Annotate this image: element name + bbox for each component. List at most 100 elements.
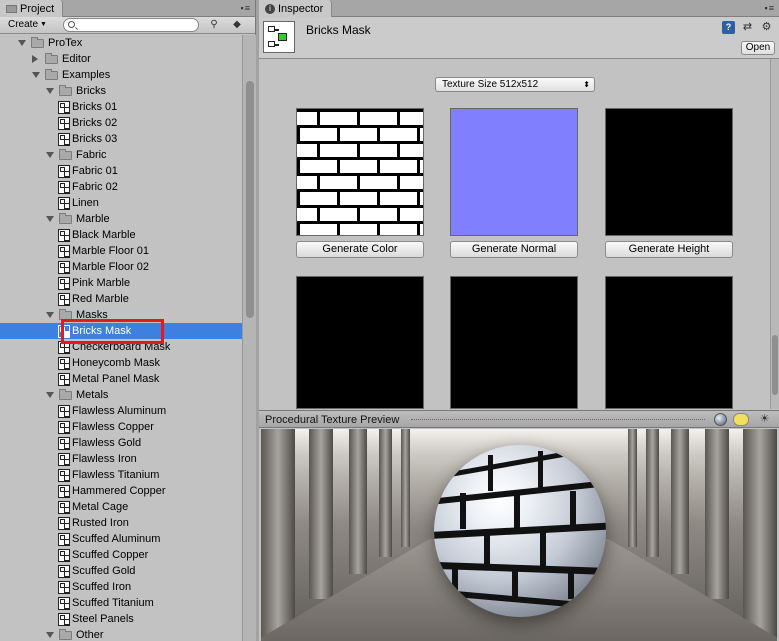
inspector-tabbar: i Inspector ▪≡ [259, 0, 779, 17]
tree-item-label: Marble [76, 213, 110, 225]
preview-settings-icon[interactable]: ☀ [758, 413, 771, 426]
procedural-texture-icon [58, 245, 70, 258]
create-button[interactable]: Create ▼ [4, 18, 51, 32]
tree-folder[interactable]: Masks [0, 307, 242, 323]
preview-drag-handle[interactable] [411, 419, 705, 420]
tree-item-label: Marble Floor 01 [72, 245, 150, 257]
filter-by-type-icon[interactable]: ⚲ [207, 18, 221, 32]
tree-asset[interactable]: Steel Panels [0, 611, 242, 627]
procedural-texture-icon [58, 261, 70, 274]
expand-arrow-down-icon[interactable] [46, 312, 54, 318]
tab-project[interactable]: Project [0, 0, 64, 17]
generate-height-button[interactable]: Generate Height [605, 241, 733, 258]
project-scrollbar-thumb[interactable] [246, 81, 254, 318]
tree-item-label: Masks [76, 309, 108, 321]
inspector-scrollbar-thumb[interactable] [772, 335, 778, 395]
procedural-texture-icon [58, 501, 70, 514]
preview-lights-icon[interactable] [733, 413, 749, 426]
tree-folder[interactable]: Editor [0, 51, 242, 67]
tree-asset[interactable]: Pink Marble [0, 275, 242, 291]
expand-arrow-right-icon[interactable] [32, 55, 38, 63]
preview-viewport[interactable] [261, 429, 777, 641]
procedural-texture-icon [58, 437, 70, 450]
tree-asset[interactable]: Scuffed Aluminum [0, 531, 242, 547]
tree-asset[interactable]: Flawless Copper [0, 419, 242, 435]
tree-asset[interactable]: Scuffed Titanium [0, 595, 242, 611]
search-input[interactable] [63, 18, 199, 32]
expand-arrow-down-icon[interactable] [32, 72, 40, 78]
tree-asset[interactable]: Black Marble [0, 227, 242, 243]
procedural-texture-icon [58, 325, 70, 338]
tree-item-label: Metal Cage [72, 501, 129, 513]
tree-asset[interactable]: Flawless Aluminum [0, 403, 242, 419]
expand-arrow-down-icon[interactable] [46, 632, 54, 638]
tree-asset[interactable]: Linen [0, 195, 242, 211]
tree-asset[interactable]: Fabric 01 [0, 163, 242, 179]
tree-asset[interactable]: Bricks 01 [0, 99, 242, 115]
procedural-texture-icon [58, 565, 70, 578]
tree-folder[interactable]: Marble [0, 211, 242, 227]
tree-folder[interactable]: ProTex [0, 35, 242, 51]
inspector-scrollbar[interactable] [770, 59, 779, 409]
tree-asset[interactable]: Checkerboard Mask [0, 339, 242, 355]
tree-asset[interactable]: Fabric 02 [0, 179, 242, 195]
create-button-label: Create [8, 19, 39, 30]
open-button[interactable]: Open [741, 41, 775, 55]
tree-folder[interactable]: Bricks [0, 83, 242, 99]
expand-arrow-down-icon[interactable] [46, 392, 54, 398]
help-icon[interactable]: ? [722, 21, 735, 34]
tree-asset[interactable]: Flawless Iron [0, 451, 242, 467]
inspector-header: Bricks Mask ? ⇄ ⚙ Open [259, 17, 779, 59]
tree-folder[interactable]: Fabric [0, 147, 242, 163]
procedural-texture-icon [58, 181, 70, 194]
panel-menu-icon[interactable]: ▪≡ [765, 3, 775, 13]
tab-inspector[interactable]: i Inspector [259, 0, 333, 17]
procedural-texture-icon [58, 597, 70, 610]
tree-asset[interactable]: Red Marble [0, 291, 242, 307]
tree-item-label: Scuffed Copper [72, 549, 149, 561]
tree-folder[interactable]: Examples [0, 67, 242, 83]
tree-asset[interactable]: Hammered Copper [0, 483, 242, 499]
tree-asset[interactable]: Bricks 02 [0, 115, 242, 131]
filter-by-label-icon[interactable]: ◆ [230, 18, 244, 32]
texture-size-dropdown[interactable]: Texture Size 512x512 ⬍ [435, 77, 595, 92]
tree-asset[interactable]: Marble Floor 01 [0, 243, 242, 259]
presets-icon[interactable]: ⇄ [741, 21, 754, 34]
expand-arrow-down-icon[interactable] [46, 88, 54, 94]
procedural-texture-icon [58, 613, 70, 626]
tree-asset[interactable]: Flawless Titanium [0, 467, 242, 483]
tree-asset[interactable]: Bricks Mask [0, 323, 242, 339]
tree-asset[interactable]: Rusted Iron [0, 515, 242, 531]
gear-icon[interactable]: ⚙ [760, 21, 773, 34]
folder-icon [59, 149, 72, 160]
expand-arrow-down-icon[interactable] [46, 152, 54, 158]
tree-folder[interactable]: Metals [0, 387, 242, 403]
expand-arrow-down-icon[interactable] [18, 40, 26, 46]
tree-asset[interactable]: Scuffed Copper [0, 547, 242, 563]
tree-asset[interactable]: Scuffed Iron [0, 579, 242, 595]
generate-color-button[interactable]: Generate Color [296, 241, 424, 258]
tree-item-label: Flawless Aluminum [72, 405, 167, 417]
tree-item-label: Examples [62, 69, 111, 81]
generate-normal-button[interactable]: Generate Normal [450, 241, 578, 258]
tree-asset[interactable]: Bricks 03 [0, 131, 242, 147]
procedural-texture-icon [58, 421, 70, 434]
project-tree: ProTex Editor Examples Bricks Bricks 01 Brick… [0, 35, 242, 641]
tree-folder[interactable]: Other [0, 627, 242, 641]
tree-item-label: ProTex [48, 37, 83, 49]
panel-menu-icon[interactable]: ▪≡ [241, 3, 251, 13]
project-toolbar: Create ▼ ⚲ ◆ [0, 17, 255, 34]
tree-asset[interactable]: Scuffed Gold [0, 563, 242, 579]
tree-asset[interactable]: Metal Cage [0, 499, 242, 515]
texture-size-value: Texture Size 512x512 [442, 79, 539, 90]
tree-asset[interactable]: Metal Panel Mask [0, 371, 242, 387]
procedural-texture-icon [58, 373, 70, 386]
tree-asset[interactable]: Marble Floor 02 [0, 259, 242, 275]
project-scrollbar[interactable] [242, 35, 256, 641]
expand-arrow-down-icon[interactable] [46, 216, 54, 222]
procedural-texture-icon [58, 533, 70, 546]
tree-asset[interactable]: Honeycomb Mask [0, 355, 242, 371]
tree-item-label: Metals [76, 389, 109, 401]
tree-asset[interactable]: Flawless Gold [0, 435, 242, 451]
preview-mesh-sphere-icon[interactable] [714, 413, 727, 426]
